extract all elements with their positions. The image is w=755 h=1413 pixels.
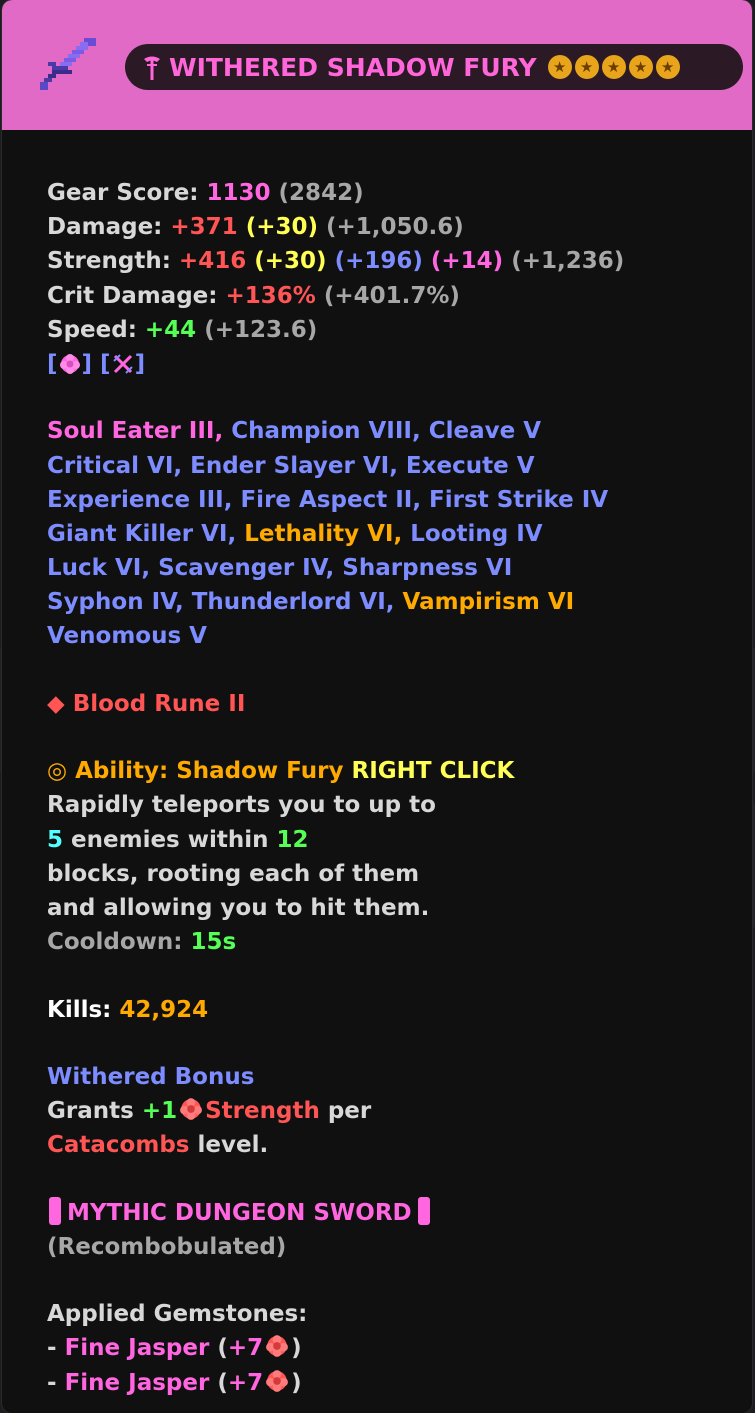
jasper-gem-icon bbox=[59, 354, 80, 375]
kills-counter: Kills: 42,924 bbox=[47, 996, 209, 1023]
bonus-title: Withered Bonus bbox=[47, 1063, 255, 1090]
ability-description: and allowing you to hit them. bbox=[47, 894, 430, 921]
item-tooltip: WITHERED SHADOW FURY ★ ★ ★ ★ ★ Gear Scor… bbox=[2, 0, 752, 1413]
dungeon-stars: ★ ★ ★ ★ ★ bbox=[545, 55, 680, 79]
gemstone-item: - Fine Jasper (+7 ) bbox=[47, 1335, 302, 1362]
stat-crit-damage: Crit Damage: +136% (+401.7%) bbox=[47, 282, 460, 309]
item-name-pill: WITHERED SHADOW FURY ★ ★ ★ ★ ★ bbox=[125, 44, 743, 90]
enchant-line: Critical VI, Ender Slayer VI, Execute V bbox=[47, 452, 535, 479]
dungeon-star-icon: ★ bbox=[547, 55, 572, 79]
dungeon-star-icon: ★ bbox=[601, 55, 626, 79]
rarity-bar-icon bbox=[49, 1196, 61, 1225]
bonus-line: Grants +1 Strength per bbox=[47, 1098, 372, 1125]
dungeon-star-icon: ★ bbox=[628, 55, 653, 79]
rarity-bar-icon bbox=[417, 1196, 430, 1225]
stat-strength: Strength: +416 (+30) (+196) (+14) (+1,23… bbox=[47, 248, 625, 275]
combat-slot-icon bbox=[112, 354, 133, 375]
jasper-gem-icon bbox=[266, 1369, 289, 1392]
enchant-line: Giant Killer VI, Lethality VI, Looting I… bbox=[47, 520, 543, 547]
dungeon-star-icon: ★ bbox=[574, 55, 599, 79]
gemstone-item: - Fine Jasper (+7 ) bbox=[47, 1369, 302, 1396]
ability-description: Rapidly teleports you to up to bbox=[47, 792, 436, 819]
ability-icon: ◎ bbox=[47, 758, 68, 785]
ability-description: 5 enemies within 12 bbox=[47, 826, 309, 853]
enchant-line: Luck VI, Scavenger IV, Sharpness VI bbox=[47, 555, 513, 582]
ability-header: ◎ Ability: Shadow Fury RIGHT CLICK bbox=[47, 758, 515, 785]
stat-speed: Speed: +44 (+123.6) bbox=[47, 316, 318, 343]
ability-description: blocks, rooting each of them bbox=[47, 860, 420, 887]
enchant-line: Syphon IV, Thunderlord VI, Vampirism VI bbox=[47, 589, 575, 616]
enchant-line: Experience III, Fire Aspect II, First St… bbox=[47, 486, 609, 513]
stat-gear-score: Gear Score: 1130 (2842) bbox=[47, 180, 364, 206]
recombobulated-tag: (Recombobulated) bbox=[47, 1233, 287, 1260]
enchant-line: Soul Eater III, Champion VIII, Cleave V bbox=[47, 418, 542, 445]
enchant-line: Venomous V bbox=[47, 623, 207, 650]
stat-damage: Damage: +371 (+30) (+1,050.6) bbox=[47, 214, 464, 241]
ability-cooldown: Cooldown: 15s bbox=[47, 929, 237, 956]
item-name: WITHERED SHADOW FURY bbox=[169, 52, 537, 82]
gem-slots: [ ] [ ] bbox=[47, 350, 146, 377]
dungeon-star-icon: ★ bbox=[655, 55, 680, 79]
rune-line: ◆ Blood Rune II bbox=[47, 690, 246, 717]
strength-icon bbox=[180, 1098, 203, 1120]
jasper-gem-icon bbox=[266, 1335, 289, 1358]
tooltip-body: Gear Score: 1130 (2842) Damage: +371 (+3… bbox=[47, 176, 747, 1400]
rarity-line: MYTHIC DUNGEON SWORD bbox=[47, 1196, 747, 1230]
dungeon-staff-icon bbox=[144, 56, 160, 80]
bonus-line: Catacombs level. bbox=[47, 1132, 269, 1159]
sword-icon bbox=[40, 38, 96, 90]
rune-icon: ◆ bbox=[47, 690, 65, 717]
tooltip-header: WITHERED SHADOW FURY ★ ★ ★ ★ ★ bbox=[2, 0, 752, 130]
gemstones-title: Applied Gemstones: bbox=[47, 1301, 308, 1328]
